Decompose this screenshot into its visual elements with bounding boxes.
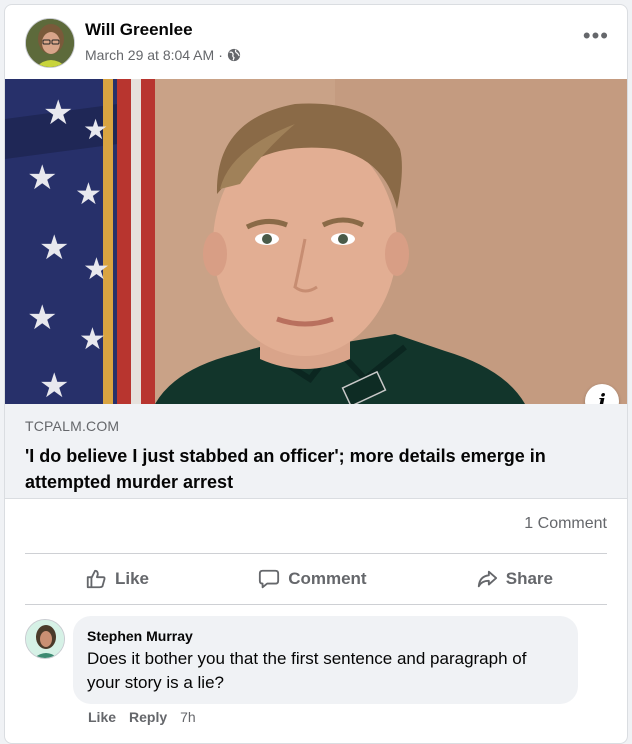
like-label: Like [115, 569, 150, 588]
link-domain: TCPALM.COM [25, 418, 120, 434]
svg-text:★: ★ [39, 228, 69, 268]
more-options-button[interactable]: ••• [583, 25, 609, 47]
comment-label: Comment [288, 569, 367, 588]
like-button[interactable]: Like [85, 568, 149, 590]
speech-bubble-icon [259, 569, 280, 589]
share-label: Share [505, 569, 553, 588]
comment-time[interactable]: 7h [180, 709, 196, 725]
comment-button[interactable]: Comment [258, 568, 367, 590]
comment-bubble: Stephen Murray Does it bother you that t… [73, 616, 578, 704]
svg-text:★: ★ [39, 366, 69, 404]
comment-reply-link[interactable]: Reply [129, 709, 167, 725]
post-date[interactable]: March 29 at 8:04 AM [85, 47, 214, 63]
post-author-name[interactable]: Will Greenlee [85, 20, 193, 40]
globe-icon [227, 48, 240, 62]
commenter-avatar[interactable] [25, 619, 65, 659]
post-card: Will Greenlee March 29 at 8:04 AM · ••• … [4, 4, 628, 744]
comment-count[interactable]: 1 Comment [524, 515, 607, 533]
svg-text:★: ★ [27, 298, 57, 338]
link-preview-box[interactable]: TCPALM.COM 'I do believe I just stabbed … [5, 404, 627, 499]
meta-separator: · [218, 47, 223, 63]
svg-text:★: ★ [83, 252, 110, 287]
svg-text:★: ★ [75, 177, 102, 212]
commenter-name[interactable]: Stephen Murray [87, 628, 564, 644]
comment-actions: Like Reply 7h [88, 709, 196, 725]
author-avatar[interactable] [25, 18, 75, 68]
svg-text:★: ★ [79, 322, 106, 357]
svg-text:★: ★ [43, 93, 73, 133]
comment-text: Does it bother you that the first senten… [87, 649, 527, 692]
svg-text:★: ★ [27, 158, 57, 198]
post-actions-bar: Like Comment Share [25, 553, 607, 605]
officer-photo: ★ ★ ★ ★ ★ ★ ★ ★ ★ [5, 79, 627, 404]
commenter-photo [26, 620, 64, 658]
post-header: Will Greenlee March 29 at 8:04 AM · ••• [5, 5, 627, 79]
comment-item: Stephen Murray Does it bother you that t… [5, 605, 627, 735]
link-preview-image[interactable]: ★ ★ ★ ★ ★ ★ ★ ★ ★ i [5, 79, 627, 404]
post-meta: March 29 at 8:04 AM · [85, 47, 241, 63]
share-button[interactable]: Share [476, 568, 553, 590]
avatar-photo [26, 19, 74, 67]
comment-like-link[interactable]: Like [88, 709, 116, 725]
post-stats: 1 Comment [5, 499, 627, 553]
thumbs-up-icon [86, 569, 106, 589]
share-arrow-icon [477, 570, 497, 588]
link-headline[interactable]: 'I do believe I just stabbed an officer'… [25, 443, 607, 495]
svg-text:★: ★ [83, 113, 108, 146]
